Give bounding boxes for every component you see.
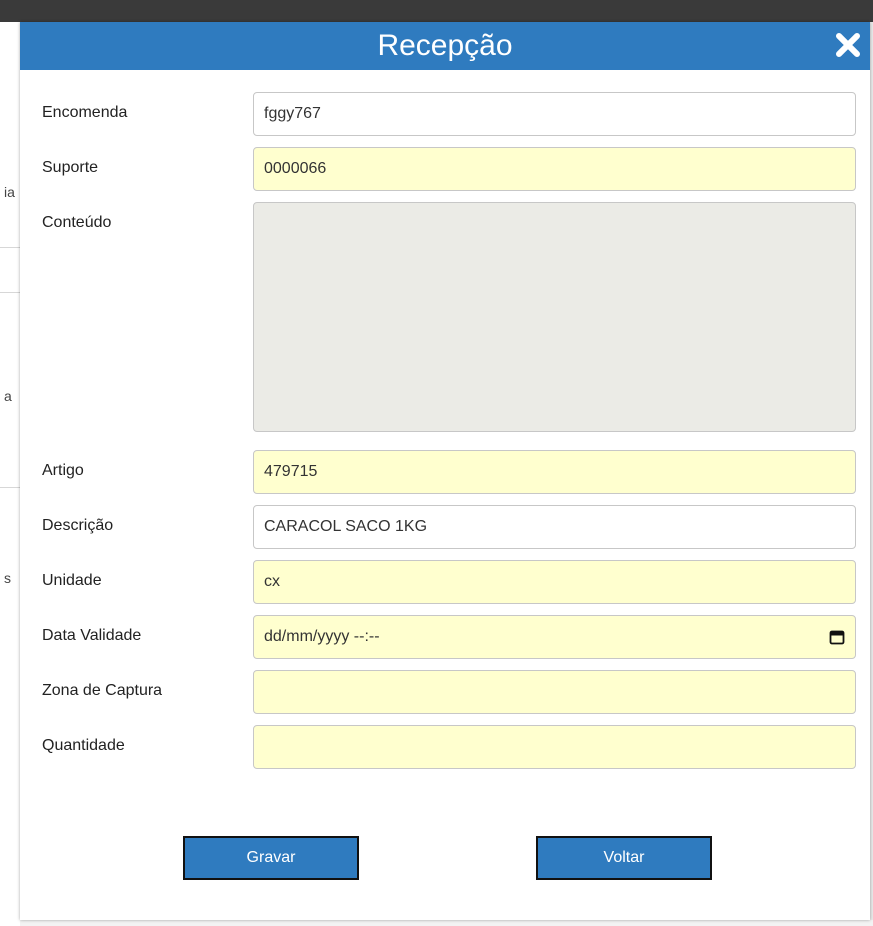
artigo-input[interactable]: [253, 450, 856, 494]
reception-dialog: Recepção Encomenda Suporte Conteúdo Arti…: [20, 22, 870, 920]
calendar-icon[interactable]: [829, 629, 845, 645]
background-page: ia a s: [0, 22, 21, 926]
data-validade-label: Data Validade: [42, 627, 142, 644]
unidade-label: Unidade: [42, 572, 102, 589]
conteudo-textarea[interactable]: [253, 202, 856, 432]
conteudo-label: Conteúdo: [42, 214, 112, 231]
artigo-label: Artigo: [42, 462, 84, 479]
background-divider: [0, 247, 20, 248]
voltar-button[interactable]: Voltar: [536, 836, 712, 880]
descricao-input[interactable]: [253, 505, 856, 549]
background-divider: [0, 487, 20, 488]
close-button[interactable]: [834, 31, 862, 59]
background-text: s: [4, 570, 11, 586]
background-footer: [20, 920, 873, 926]
close-icon: [836, 33, 860, 57]
encomenda-label: Encomenda: [42, 104, 128, 121]
suporte-label: Suporte: [42, 159, 99, 176]
encomenda-input[interactable]: [253, 92, 856, 136]
data-validade-input[interactable]: dd/mm/yyyy --:--: [253, 615, 856, 659]
zona-captura-input[interactable]: [253, 670, 856, 714]
data-validade-value: dd/mm/yyyy --:--: [264, 628, 380, 645]
suporte-input[interactable]: [253, 147, 856, 191]
background-text: ia: [4, 184, 15, 200]
background-text: a: [4, 388, 12, 404]
background-divider: [0, 292, 20, 293]
dialog-header: Recepção: [20, 22, 870, 70]
gravar-button[interactable]: Gravar: [183, 836, 359, 880]
quantidade-label: Quantidade: [42, 737, 125, 754]
unidade-input[interactable]: [253, 560, 856, 604]
quantidade-input[interactable]: [253, 725, 856, 769]
dialog-title: Recepção: [377, 29, 513, 62]
background-topbar: [0, 0, 873, 22]
zona-captura-label: Zona de Captura: [42, 682, 163, 699]
descricao-label: Descrição: [42, 517, 114, 534]
